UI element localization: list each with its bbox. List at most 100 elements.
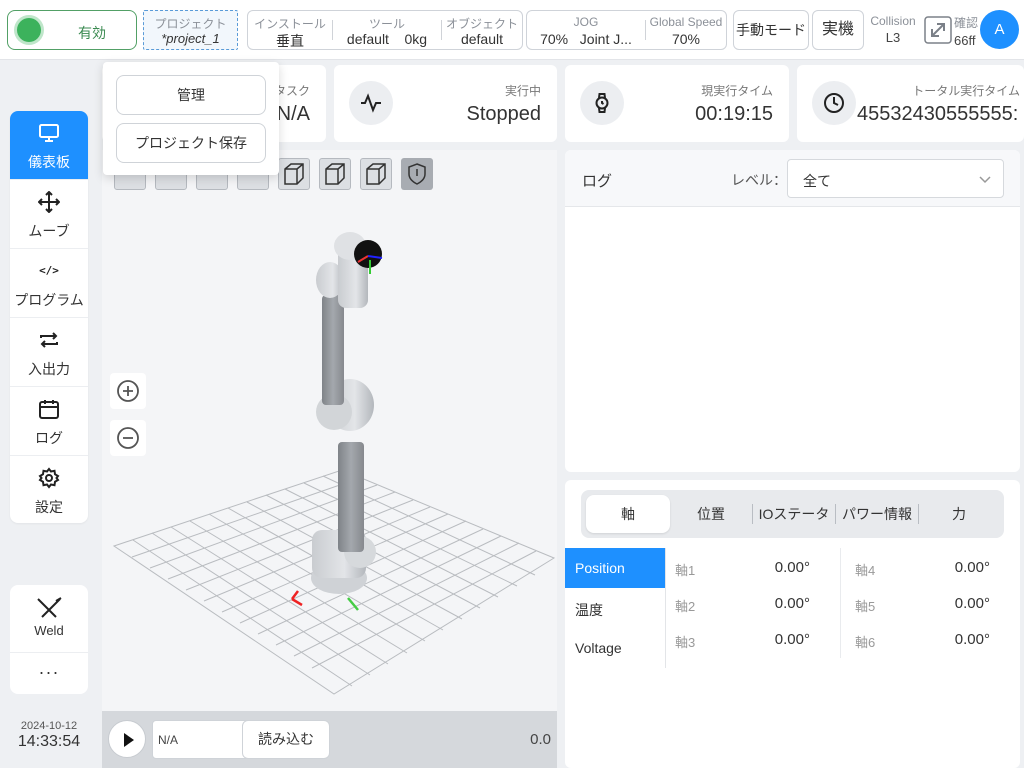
cube-side-icon: [366, 163, 386, 185]
tab-power-info[interactable]: パワー情報: [836, 495, 918, 533]
object-selector[interactable]: オブジェクト default: [442, 11, 522, 49]
joint-row: 軸2 0.00°: [665, 585, 825, 621]
install-tool-object-group: インストール 垂直 ツール default 0kg オブジェクト default: [247, 10, 523, 50]
chevron-down-icon: [979, 176, 991, 184]
zoom-out-button[interactable]: [110, 420, 146, 456]
play-button[interactable]: [108, 720, 146, 758]
log-list[interactable]: [565, 207, 1020, 472]
joint-value: 0.00°: [774, 595, 810, 612]
activity-icon: [349, 81, 393, 125]
side-tab-temperature[interactable]: 温度: [565, 588, 665, 628]
side-tab-position[interactable]: Position: [565, 548, 665, 588]
robot-3d-viewer[interactable]: N/A 読み込む 0.0: [102, 150, 557, 768]
cube-side-view-button[interactable]: [360, 158, 392, 190]
running-value: Stopped: [466, 103, 541, 125]
enable-label: 有効: [78, 25, 106, 41]
project-menu: 管理 プロジェクト保存: [103, 62, 279, 175]
confirm-value: 66ff: [954, 33, 976, 48]
log-panel: ログ レベル： 全て: [565, 150, 1020, 472]
jog-selector[interactable]: JOG 70% Joint J...: [527, 11, 645, 49]
robot-scene: [112, 232, 556, 695]
nav-settings[interactable]: 設定: [10, 456, 88, 523]
move-icon: [38, 191, 60, 213]
tab-io-status[interactable]: IOステータ: [753, 495, 835, 533]
nav-program[interactable]: </> プログラム: [10, 249, 88, 318]
manage-project-button[interactable]: 管理: [116, 75, 266, 115]
project-name: *project_1: [161, 31, 220, 46]
nav-log[interactable]: ログ: [10, 387, 88, 456]
level-select[interactable]: 全て: [787, 159, 1004, 198]
zoom-in-button[interactable]: [110, 373, 146, 409]
total-time-label: トータル実行タイム: [912, 84, 1020, 98]
nav-move[interactable]: ムーブ: [10, 180, 88, 249]
global-speed-value: 70%: [671, 31, 701, 47]
fullscreen-icon[interactable]: [922, 14, 954, 46]
jog-value: 70% Joint J...: [527, 31, 645, 47]
tab-position[interactable]: 位置: [670, 495, 752, 533]
tab-axis[interactable]: 軸: [586, 495, 670, 533]
program-playbar: N/A 読み込む 0.0: [102, 711, 557, 768]
playback-speed-value: 0.0: [530, 731, 551, 748]
play-icon: [124, 733, 134, 747]
clock: 2024-10-12 14:33:54: [10, 720, 88, 751]
cube-front-view-button[interactable]: [319, 158, 351, 190]
task-label: タスク: [273, 84, 310, 98]
task-value: N/A: [276, 103, 310, 125]
enable-toggle[interactable]: 有効: [7, 10, 137, 50]
project-label: プロジェクト: [154, 17, 227, 31]
clock-icon: [812, 81, 856, 125]
divider: [840, 548, 841, 658]
weld-label: Weld: [34, 623, 64, 638]
project-selector[interactable]: プロジェクト *project_1: [143, 10, 238, 50]
tool-selector[interactable]: ツール default 0kg: [333, 11, 441, 49]
safety-shield-button[interactable]: [401, 158, 433, 190]
weld-plugin-button[interactable]: Weld: [10, 585, 88, 653]
code-icon: </>: [39, 264, 59, 277]
nav-io[interactable]: 入出力: [10, 318, 88, 387]
log-title: ログ: [582, 173, 613, 190]
save-project-button[interactable]: プロジェクト保存: [116, 123, 266, 163]
global-speed-label: Global Speed: [649, 15, 723, 29]
joint-name: 軸3: [675, 635, 696, 650]
nav-label: プログラム: [14, 292, 84, 308]
nav-dashboard[interactable]: 儀表板: [10, 111, 88, 180]
joint-row: 軸6 0.00°: [845, 621, 1005, 657]
current-time-label: 現実行タイム: [701, 84, 773, 98]
jog-speed-group: JOG 70% Joint J... Global Speed 70%: [526, 10, 727, 50]
io-icon: [40, 332, 58, 348]
joint-name: 軸1: [675, 563, 696, 578]
more-plugins-button[interactable]: ···: [10, 653, 88, 694]
object-value: default: [460, 31, 504, 47]
joint-row: 軸4 0.00°: [845, 549, 1005, 585]
manual-mode-button[interactable]: 手動モード: [733, 10, 809, 50]
joint-row: 軸5 0.00°: [845, 585, 1005, 621]
install-selector[interactable]: インストール 垂直: [248, 11, 332, 49]
joint-name: 軸5: [855, 599, 876, 614]
install-label: インストール: [254, 17, 326, 31]
time: 14:33:54: [17, 733, 81, 750]
joint-value: 0.00°: [774, 559, 810, 576]
real-machine-button[interactable]: 実機: [812, 10, 864, 50]
joint-value: 0.00°: [954, 631, 990, 648]
global-speed-selector[interactable]: Global Speed 70%: [646, 11, 726, 49]
cube-view-button[interactable]: [278, 158, 310, 190]
watch-icon: [580, 81, 624, 125]
collision-level[interactable]: Collision L3: [868, 14, 918, 45]
tab-force[interactable]: 力: [919, 495, 999, 533]
side-tab-voltage[interactable]: Voltage: [565, 628, 665, 668]
nav-label: 入出力: [28, 361, 70, 377]
monitor-icon: [39, 124, 59, 142]
avatar[interactable]: A: [980, 10, 1019, 49]
nav-label: 儀表板: [28, 154, 70, 170]
weld-torch-icon: [37, 597, 62, 618]
joint-row: 軸3 0.00°: [665, 621, 825, 657]
joint-value: 0.00°: [954, 595, 990, 612]
object-label: オブジェクト: [445, 17, 518, 31]
nav-label: ムーブ: [28, 223, 70, 239]
calendar-icon: [39, 400, 59, 419]
jog-mode: Joint J...: [579, 31, 632, 47]
joint-value: 0.00°: [954, 559, 990, 576]
load-button[interactable]: 読み込む: [242, 720, 330, 759]
cube-front-icon: [325, 163, 345, 185]
zoom-in-icon: [117, 380, 139, 402]
